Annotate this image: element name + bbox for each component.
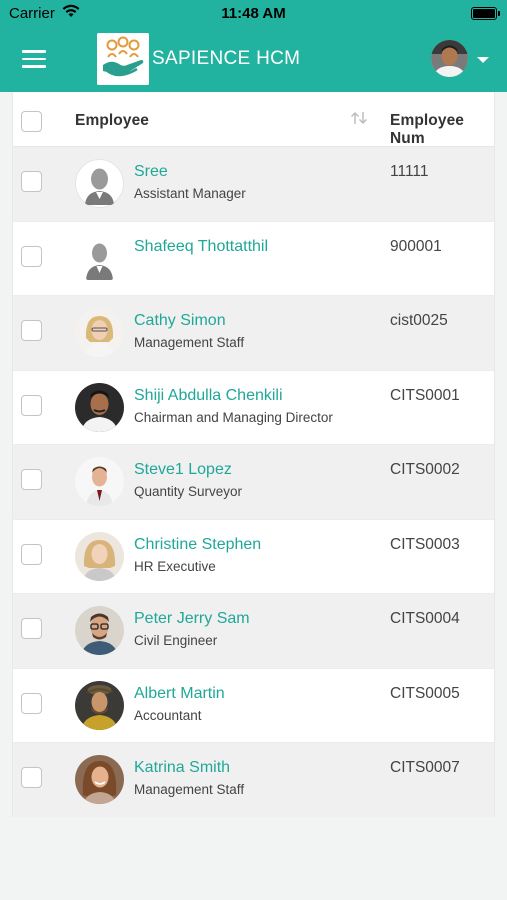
table-row[interactable]: Cathy Simon Management Staff cist0025: [13, 296, 494, 371]
employee-role: Accountant: [134, 707, 202, 723]
column-header-employee-number[interactable]: Employee Num: [390, 112, 494, 148]
employee-role: Management Staff: [134, 782, 245, 797]
employee-avatar-photo: [75, 308, 124, 357]
employee-number: CITS0001: [390, 386, 460, 404]
row-checkbox[interactable]: [21, 543, 42, 565]
employee-name-link[interactable]: Albert Martin: [134, 685, 225, 703]
table-row[interactable]: Sree Assistant Manager 11111: [13, 147, 494, 222]
table-row[interactable]: Steve1 Lopez Quantity Surveyor CITS0002: [13, 445, 494, 520]
row-checkbox[interactable]: [21, 618, 42, 639]
user-avatar[interactable]: [431, 40, 468, 77]
employee-number: 900001: [390, 237, 442, 255]
sort-icon[interactable]: [350, 111, 368, 130]
table-row[interactable]: Shiji Abdulla Chenkili Chairman and Mana…: [13, 371, 494, 445]
employee-avatar-photo: [75, 606, 124, 655]
employee-name-link[interactable]: Cathy Simon: [134, 312, 226, 330]
row-checkbox[interactable]: [21, 469, 42, 490]
table-row[interactable]: Katrina Smith Management Staff CITS0007: [13, 743, 494, 817]
battery-icon: [471, 7, 500, 20]
employee-avatar-photo: [75, 382, 124, 432]
table-row[interactable]: Christine Stephen HR Executive CITS0003: [13, 520, 494, 594]
employee-role: Assistant Manager: [134, 186, 246, 201]
employee-role: Management Staff: [134, 335, 245, 350]
row-checkbox[interactable]: [21, 692, 42, 714]
employee-number: CITS0007: [390, 759, 460, 776]
employee-name-link[interactable]: Shafeeq Thottatthil: [134, 238, 268, 256]
employee-name-link[interactable]: Steve1 Lopez: [134, 461, 232, 479]
clock: 11:48 AM: [221, 5, 286, 22]
employee-table: Employee Employee Num Sree Assistant Man…: [12, 92, 495, 817]
employee-name-link[interactable]: Shiji Abdulla Chenkili: [134, 387, 283, 405]
select-all-checkbox[interactable]: [21, 111, 42, 132]
hamburger-menu-icon[interactable]: [22, 50, 46, 70]
employee-number: CITS0003: [390, 535, 460, 553]
row-checkbox[interactable]: [21, 245, 42, 267]
employee-avatar-placeholder: [75, 159, 124, 208]
status-bar: Carrier 11:48 AM: [0, 0, 507, 28]
column-header-employee[interactable]: Employee: [75, 112, 149, 130]
app-title: SAPIENCE HCM: [152, 48, 301, 69]
employee-number: cist0025: [390, 312, 448, 329]
employee-avatar-placeholder: [75, 233, 124, 283]
employee-role: HR Executive: [134, 558, 216, 574]
employee-name-link[interactable]: Katrina Smith: [134, 759, 230, 777]
app-header: SAPIENCE HCM: [0, 28, 507, 92]
employee-name-link[interactable]: Peter Jerry Sam: [134, 610, 250, 628]
row-checkbox[interactable]: [21, 171, 42, 192]
row-checkbox[interactable]: [21, 394, 42, 416]
employee-number: 11111: [390, 163, 429, 180]
table-header: Employee Employee Num: [13, 92, 494, 148]
chevron-down-icon[interactable]: [477, 57, 489, 63]
employee-avatar-photo: [75, 531, 124, 581]
employee-number: CITS0004: [390, 610, 460, 627]
sapience-logo: [97, 33, 149, 85]
employee-role: Civil Engineer: [134, 633, 218, 648]
app-top-bar: Carrier 11:48 AM SAPIENCE HCM: [0, 0, 507, 92]
employee-avatar-photo: [75, 680, 124, 730]
employee-name-link[interactable]: Sree: [134, 163, 168, 181]
employee-number: CITS0002: [390, 461, 460, 478]
table-row[interactable]: Peter Jerry Sam Civil Engineer CITS0004: [13, 594, 494, 669]
employee-role: Chairman and Managing Director: [134, 409, 333, 425]
table-row[interactable]: Albert Martin Accountant CITS0005: [13, 669, 494, 743]
table-row[interactable]: Shafeeq Thottatthil 900001: [13, 222, 494, 296]
row-checkbox[interactable]: [21, 320, 42, 341]
employee-name-link[interactable]: Christine Stephen: [134, 536, 261, 554]
employee-number: CITS0005: [390, 684, 460, 702]
employee-role: Quantity Surveyor: [134, 484, 243, 499]
employee-avatar-photo: [75, 755, 124, 804]
row-checkbox[interactable]: [21, 767, 42, 788]
employee-avatar-photo: [75, 457, 124, 506]
